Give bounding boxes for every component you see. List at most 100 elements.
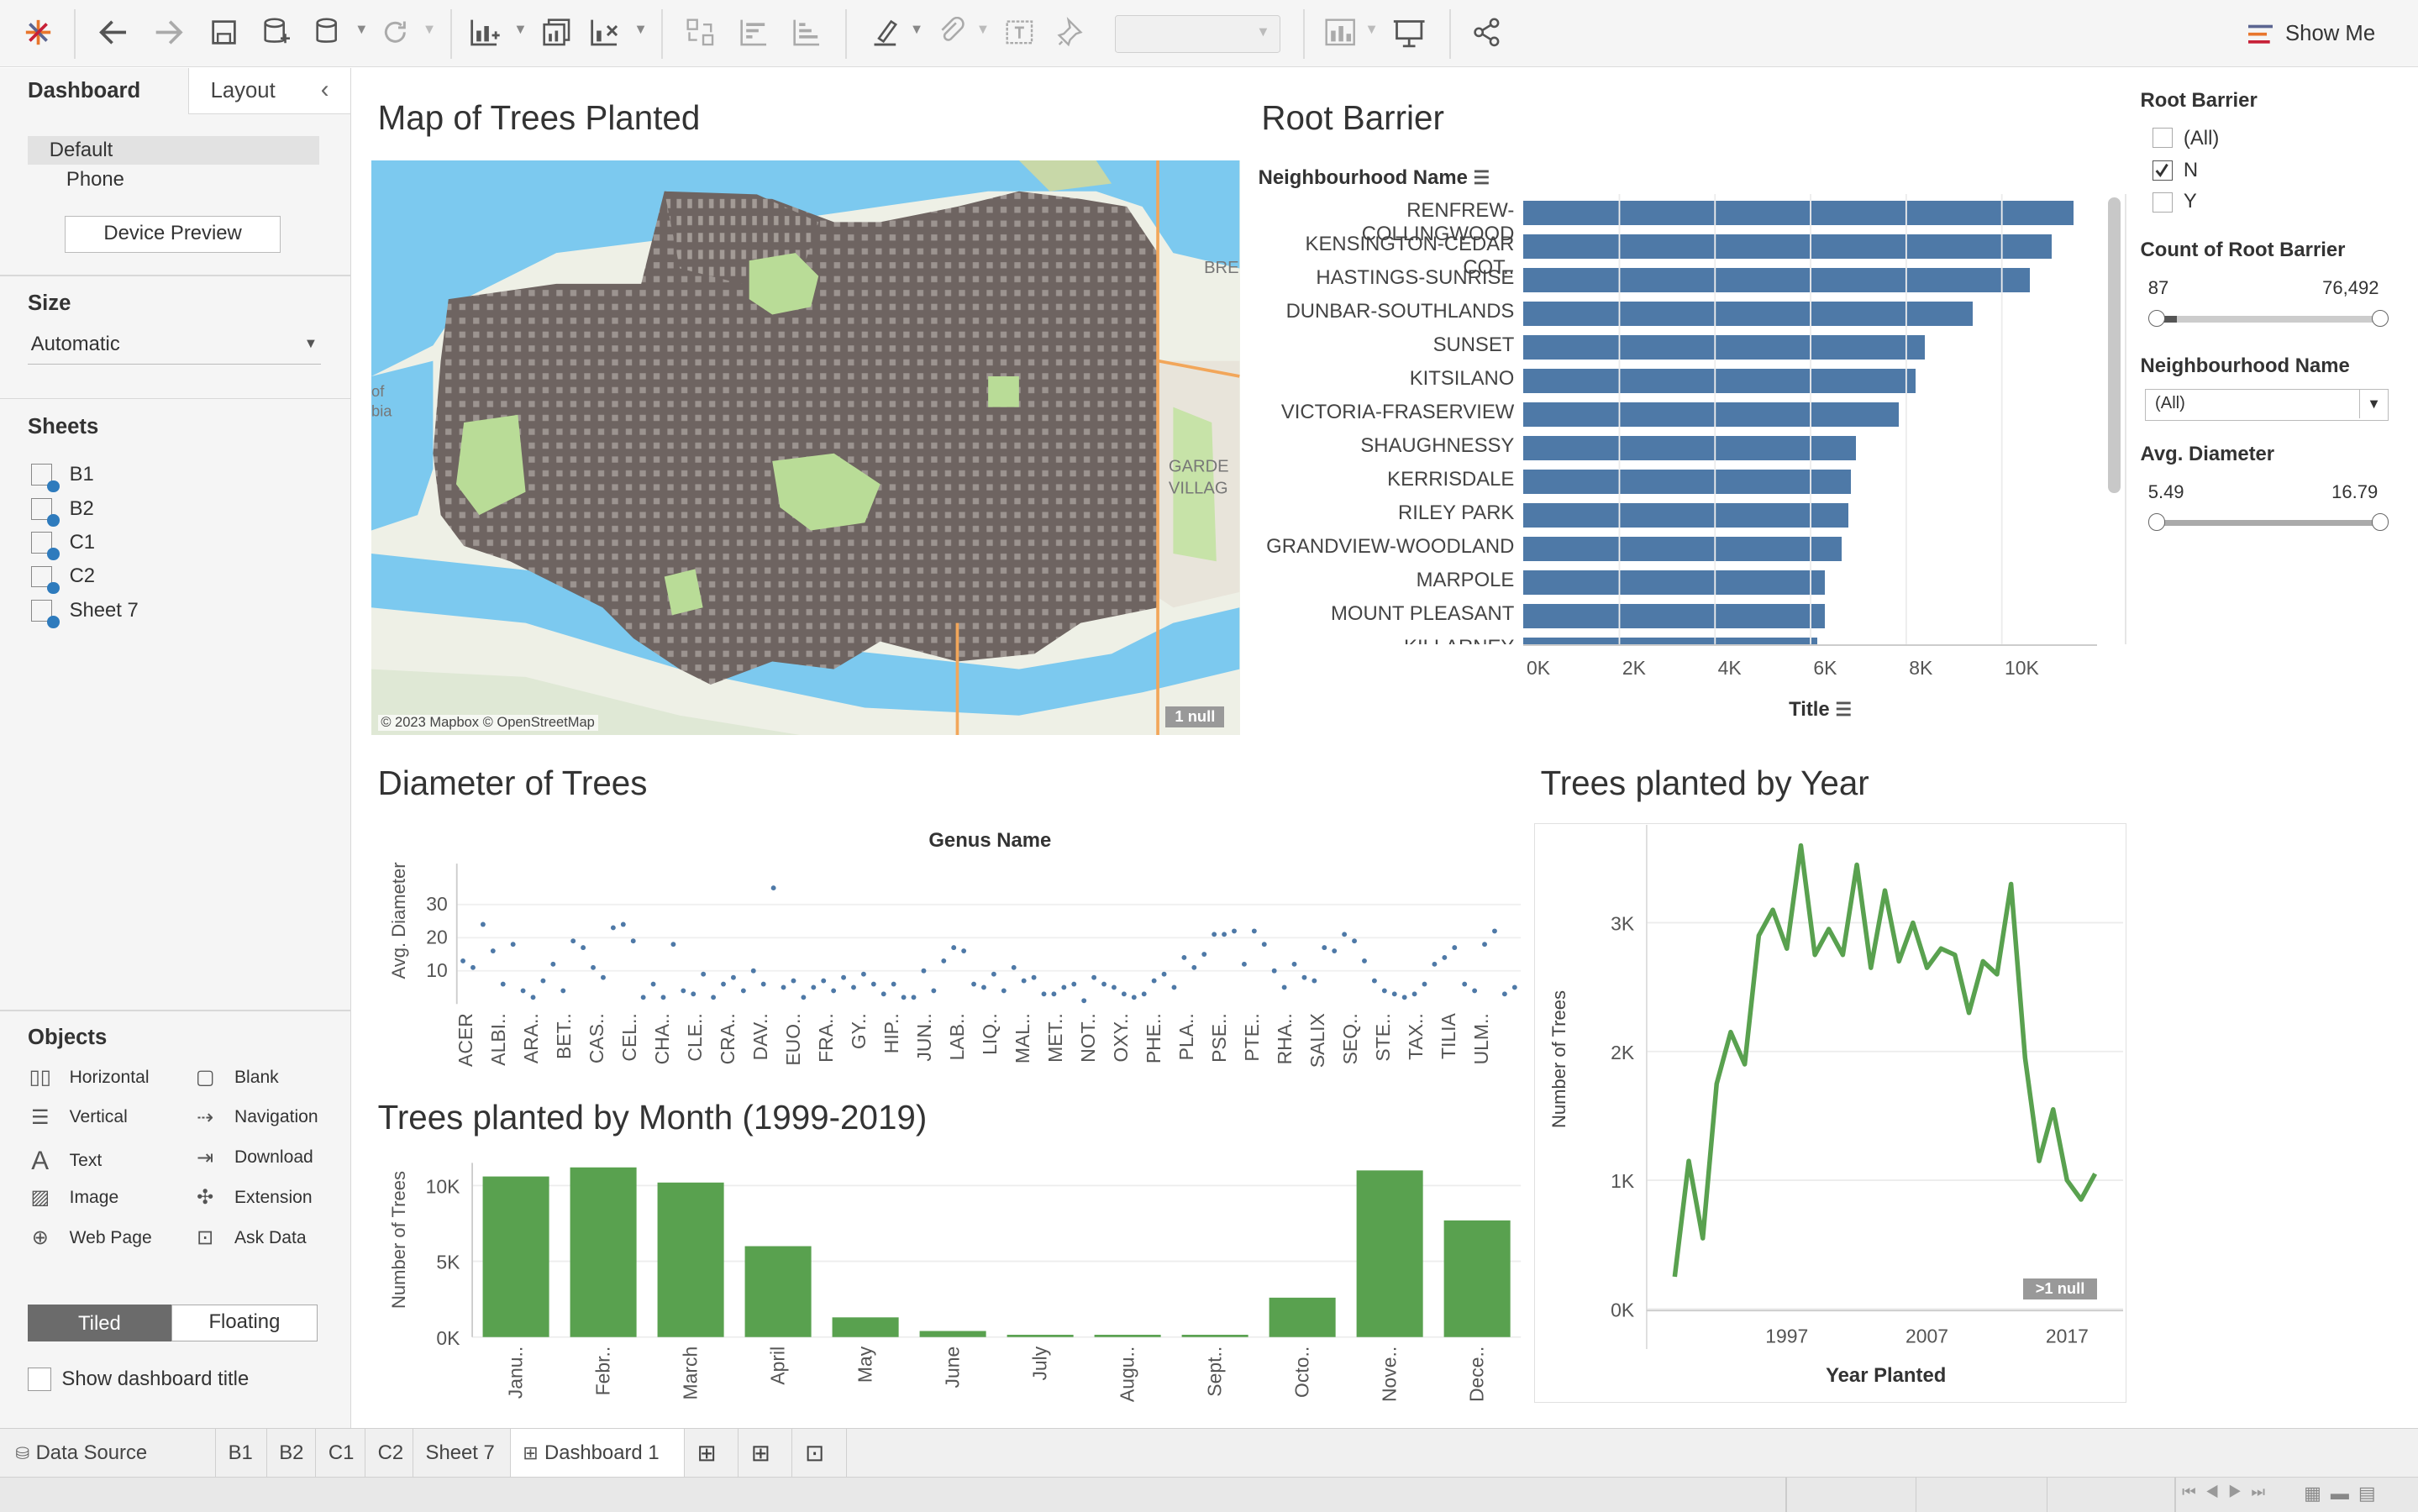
diameter-point[interactable] <box>1141 991 1147 996</box>
diameter-point[interactable] <box>1181 954 1186 960</box>
sheet-item-sheet-7[interactable]: Sheet 7 <box>30 596 139 628</box>
chevron-down-icon[interactable]: ▼ <box>513 22 527 38</box>
diameter-point[interactable] <box>650 981 656 987</box>
diameter-point[interactable] <box>1201 951 1206 957</box>
diameter-point[interactable] <box>730 974 736 980</box>
object-extension[interactable]: ✣ Extension <box>192 1185 313 1210</box>
present-icon[interactable] <box>1391 14 1428 51</box>
count-slider-max-handle[interactable] <box>2371 309 2389 328</box>
diameter-point[interactable] <box>860 971 866 977</box>
diameter-point[interactable] <box>1432 961 1437 967</box>
root-barrier-bar[interactable] <box>1523 469 1852 495</box>
root-barrier-bar[interactable] <box>1523 435 1856 461</box>
diameter-point[interactable] <box>901 995 907 1000</box>
new-dashboard-tab-icon[interactable]: ⊞ <box>739 1428 793 1478</box>
sheet-navigation-arrows[interactable]: ⏮◀▶⏭ <box>2182 1483 2274 1501</box>
diameter-point[interactable] <box>590 964 596 970</box>
sort-desc-icon[interactable] <box>788 14 825 51</box>
device-default-option[interactable]: Default <box>28 135 319 165</box>
diameter-scatter[interactable]: 10 20 30 ACER ALBI.. ARA.. BET.. CAS.. CEL.. CHA.… <box>417 856 1527 1079</box>
diameter-point[interactable] <box>1080 997 1086 1003</box>
yearly-series-line[interactable] <box>1672 843 2098 1278</box>
diameter-point[interactable] <box>640 995 646 1000</box>
diameter-point[interactable] <box>1151 978 1157 984</box>
diameter-point[interactable] <box>840 974 846 980</box>
root-barrier-bar[interactable] <box>1523 267 2031 292</box>
diameter-point[interactable] <box>1211 932 1217 937</box>
diameter-point[interactable] <box>891 981 896 987</box>
diameter-point[interactable] <box>520 988 526 993</box>
monthly-bar-chart[interactable]: 0K 5K 10K Janu.. Febr.. March April May June July… <box>417 1157 1527 1411</box>
clear-icon[interactable] <box>586 14 623 51</box>
month-bar[interactable] <box>1443 1220 1511 1337</box>
pause-icon[interactable] <box>310 14 347 51</box>
redo-icon[interactable] <box>150 14 187 51</box>
sort-icon[interactable]: ☰ <box>1474 167 1490 188</box>
diameter-point[interactable] <box>1461 981 1467 987</box>
show-cards-icon[interactable] <box>1322 14 1359 51</box>
group-icon[interactable] <box>933 14 970 51</box>
chevron-down-icon[interactable]: ▼ <box>1364 22 1378 38</box>
diameter-point[interactable] <box>930 988 936 993</box>
diameter-point[interactable] <box>800 995 806 1000</box>
sort-icon[interactable]: ☰ <box>1835 699 1852 720</box>
show-me-button[interactable]: Show Me <box>2248 17 2375 50</box>
neighbourhood-filter-dropdown[interactable]: (All) ▼ <box>2145 388 2389 422</box>
month-bar[interactable] <box>1269 1297 1336 1337</box>
diameter-point[interactable] <box>1221 932 1227 937</box>
diameter-point[interactable] <box>960 948 966 953</box>
root-barrier-bar[interactable] <box>1523 200 2074 225</box>
object-ask-data[interactable]: ⊡ Ask Data <box>192 1226 306 1250</box>
diameter-point[interactable] <box>720 981 726 987</box>
diameter-point[interactable] <box>480 921 486 927</box>
yearly-line-chart[interactable]: 0K 1K 2K 3K 1997 2007 2017 <box>1580 824 2124 1349</box>
count-slider-track[interactable] <box>2154 316 2384 323</box>
diameter-point[interactable] <box>580 944 586 950</box>
new-worksheet-tab-icon[interactable]: ⊞ <box>685 1428 739 1478</box>
swap-icon[interactable] <box>681 14 718 51</box>
diameter-point[interactable] <box>1391 991 1397 996</box>
diameter-slider-track[interactable] <box>2154 519 2384 526</box>
diameter-point[interactable] <box>850 984 856 990</box>
diameter-point[interactable] <box>660 995 665 1000</box>
diameter-point[interactable] <box>1031 974 1037 980</box>
collapse-panel-icon[interactable]: ‹ <box>321 76 329 104</box>
diameter-point[interactable] <box>911 995 917 1000</box>
diameter-point[interactable] <box>870 981 876 987</box>
diameter-point[interactable] <box>500 981 506 987</box>
share-icon[interactable] <box>1468 14 1505 51</box>
diameter-point[interactable] <box>1481 941 1487 947</box>
diameter-point[interactable] <box>1011 964 1017 970</box>
diameter-point[interactable] <box>1311 978 1317 984</box>
diameter-point[interactable] <box>1331 948 1337 953</box>
diameter-point[interactable] <box>1111 984 1117 990</box>
diameter-point[interactable] <box>700 971 706 977</box>
tab-c1[interactable]: C1 <box>316 1428 365 1478</box>
tab-sheet-7[interactable]: Sheet 7 <box>413 1428 511 1478</box>
new-worksheet-icon[interactable] <box>465 14 502 51</box>
diameter-point[interactable] <box>1231 928 1237 933</box>
diameter-point[interactable] <box>781 984 786 990</box>
diameter-point[interactable] <box>950 944 956 950</box>
chevron-down-icon[interactable]: ▼ <box>633 22 647 38</box>
root-barrier-bar[interactable] <box>1523 234 2053 259</box>
diameter-point[interactable] <box>680 988 686 993</box>
diameter-point[interactable] <box>970 981 976 987</box>
sheet-item-b1[interactable]: B1 <box>30 461 94 493</box>
object-horizontal[interactable]: ▯▯ Horizontal <box>28 1065 150 1089</box>
diameter-point[interactable] <box>1060 984 1066 990</box>
diameter-point[interactable] <box>1021 978 1027 984</box>
diameter-point[interactable] <box>490 948 496 953</box>
diameter-point[interactable] <box>1351 937 1357 943</box>
device-preview-button[interactable]: Device Preview <box>65 215 281 253</box>
diameter-point[interactable] <box>630 937 636 943</box>
tab-data-source[interactable]: ⛁ Data Source <box>0 1428 216 1478</box>
new-story-tab-icon[interactable]: ⊡ <box>792 1428 847 1478</box>
diameter-point[interactable] <box>1441 954 1447 960</box>
refresh-icon[interactable] <box>376 14 413 51</box>
highlight-icon[interactable] <box>866 14 903 51</box>
diameter-point[interactable] <box>470 964 476 970</box>
object-image[interactable]: ▨ Image <box>28 1185 118 1210</box>
chevron-down-icon[interactable]: ▼ <box>355 22 368 38</box>
diameter-point[interactable] <box>1161 971 1167 977</box>
